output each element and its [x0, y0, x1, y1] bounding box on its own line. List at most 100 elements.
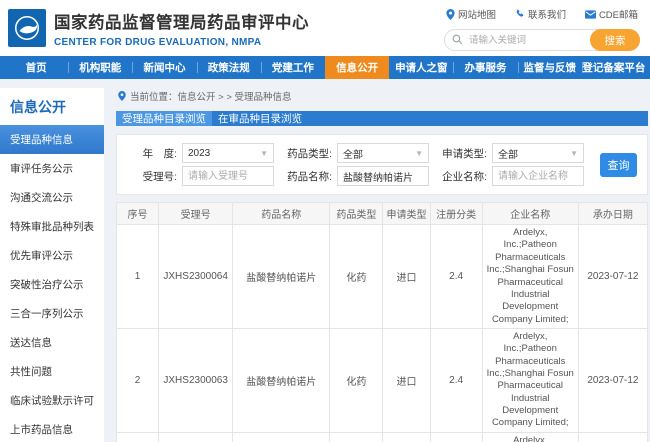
site-header: 国家药品监督管理局药品审评中心 CENTER FOR DRUG EVALUATI…: [0, 0, 650, 56]
cell-company: Ardelyx, Inc.;Patheon Pharmaceuticals In…: [482, 432, 578, 442]
sitemap-label: 网站地图: [458, 7, 496, 21]
phone-icon: [515, 9, 525, 19]
sidebar-item-priority-review[interactable]: 优先审评公示: [0, 241, 104, 270]
drug-type-select[interactable]: 全部 ▼: [337, 143, 429, 163]
nav-item-party[interactable]: 党建工作: [261, 56, 325, 79]
accept-no-input[interactable]: [182, 166, 274, 186]
col-header-drug-type: 药品类型: [330, 203, 383, 225]
table-header-row: 序号 受理号 药品名称 药品类型 申请类型 注册分类 企业名称 承办日期: [117, 203, 648, 225]
cell-accept-no: JXHS2300062: [159, 432, 233, 442]
contact-us-link[interactable]: 联系我们: [515, 7, 566, 21]
cell-drug-name: 盐酸替纳帕诺片: [233, 432, 330, 442]
tab-bar: 受理品种目录浏览 在审品种目录浏览: [116, 111, 648, 126]
sidebar-item-three-in-one[interactable]: 三合一序列公示: [0, 299, 104, 328]
header-search: 搜索: [444, 29, 640, 51]
breadcrumb-text: 当前位置：信息公开 > > 受理品种信息: [130, 89, 292, 103]
mail-icon: [585, 10, 596, 19]
main-panel: 当前位置：信息公开 > > 受理品种信息 受理品种目录浏览 在审品种目录浏览 年…: [116, 88, 648, 442]
cell-drug-type: 化药: [330, 432, 383, 442]
cell-reg-class: 2.4: [430, 329, 482, 433]
drug-type-label: 药品类型:: [278, 146, 332, 161]
chevron-down-icon: ▼: [570, 149, 578, 158]
sidebar-item-special-approval[interactable]: 特殊审批品种列表: [0, 212, 104, 241]
tab-under-review-catalog[interactable]: 在审品种目录浏览: [212, 111, 308, 126]
apply-type-select[interactable]: 全部 ▼: [492, 143, 584, 163]
contact-us-label: 联系我们: [528, 7, 566, 21]
cde-mail-label: CDE邮箱: [599, 7, 638, 21]
year-label: 年 度:: [123, 146, 177, 161]
nav-item-org[interactable]: 机构职能: [68, 56, 132, 79]
apply-type-value: 全部: [498, 146, 518, 161]
sidebar-item-clinical-trial[interactable]: 临床试验默示许可: [0, 386, 104, 415]
nav-item-home[interactable]: 首页: [4, 56, 68, 79]
site-title: 国家药品监督管理局药品审评中心: [54, 9, 309, 33]
cell-apply-type: 进口: [383, 329, 430, 433]
col-header-apply-type: 申请类型: [383, 203, 430, 225]
cell-drug-type: 化药: [330, 329, 383, 433]
cell-date: 2023-07-12: [578, 225, 647, 329]
company-label: 企业名称:: [433, 169, 487, 184]
drug-name-input[interactable]: [337, 166, 429, 186]
company-input[interactable]: [492, 166, 584, 186]
results-table: 序号 受理号 药品名称 药品类型 申请类型 注册分类 企业名称 承办日期 1 J…: [116, 202, 648, 442]
drug-type-value: 全部: [343, 146, 363, 161]
sitemap-link[interactable]: 网站地图: [446, 7, 496, 21]
cell-accept-no: JXHS2300064: [159, 225, 233, 329]
table-row: 2 JXHS2300063 盐酸替纳帕诺片 化药 进口 2.4 Ardelyx,…: [117, 329, 648, 433]
main-nav: 首页 机构职能 新闻中心 政策法规 党建工作 信息公开 申请人之窗 办事服务 监…: [0, 56, 650, 79]
breadcrumb-pin-icon: [118, 91, 126, 101]
cde-mail-link[interactable]: CDE邮箱: [585, 7, 638, 21]
sidebar: 信息公开 受理品种信息 审评任务公示 沟通交流公示 特殊审批品种列表 优先审评公…: [0, 88, 104, 442]
results-table-wrap: 序号 受理号 药品名称 药品类型 申请类型 注册分类 企业名称 承办日期 1 J…: [116, 202, 648, 442]
sidebar-item-review-tasks[interactable]: 审评任务公示: [0, 154, 104, 183]
sidebar-item-marketed-drugs[interactable]: 上市药品信息: [0, 415, 104, 442]
swan-logo-icon: [12, 13, 42, 43]
cell-date: 2023-07-12: [578, 329, 647, 433]
col-header-company: 企业名称: [482, 203, 578, 225]
nav-item-applicant[interactable]: 申请人之窗: [389, 56, 453, 79]
year-select[interactable]: 2023▼: [182, 143, 274, 163]
cell-seq: 2: [117, 329, 159, 433]
col-header-date: 承办日期: [578, 203, 647, 225]
drug-name-label: 药品名称:: [278, 169, 332, 184]
tab-accepted-catalog[interactable]: 受理品种目录浏览: [116, 111, 212, 126]
cell-company: Ardelyx, Inc.;Patheon Pharmaceuticals In…: [482, 329, 578, 433]
chevron-down-icon: ▼: [415, 149, 423, 158]
sidebar-item-accepted-products[interactable]: 受理品种信息: [0, 125, 104, 154]
cell-apply-type: 进口: [383, 225, 430, 329]
cell-date: 2023-07-12: [578, 432, 647, 442]
nav-item-registration[interactable]: 登记备案平台: [582, 56, 646, 79]
search-icon: [452, 34, 463, 45]
cell-company: Ardelyx, Inc.;Patheon Pharmaceuticals In…: [482, 225, 578, 329]
year-value: 2023: [188, 148, 210, 159]
col-header-reg-class: 注册分类: [430, 203, 482, 225]
sidebar-item-breakthrough[interactable]: 突破性治疗公示: [0, 270, 104, 299]
nav-item-policy[interactable]: 政策法规: [197, 56, 261, 79]
cell-drug-name: 盐酸替纳帕诺片: [233, 329, 330, 433]
cell-reg-class: 2.4: [430, 225, 482, 329]
cell-apply-type: 进口: [383, 432, 430, 442]
sidebar-item-common-issues[interactable]: 共性问题: [0, 357, 104, 386]
cell-accept-no: JXHS2300063: [159, 329, 233, 433]
sidebar-item-communication[interactable]: 沟通交流公示: [0, 183, 104, 212]
nav-item-info-disclosure[interactable]: 信息公开: [325, 56, 389, 79]
cde-logo[interactable]: [8, 9, 46, 47]
sidebar-item-delivery-info[interactable]: 送达信息: [0, 328, 104, 357]
cell-drug-name: 盐酸替纳帕诺片: [233, 225, 330, 329]
title-block: 国家药品监督管理局药品审评中心 CENTER FOR DRUG EVALUATI…: [54, 9, 309, 48]
filter-panel: 年 度: 2023▼ 药品类型: 全部▼ 申请类型: 全部▼ 受理号:: [116, 134, 648, 195]
contact-links: 网站地图 联系我们 CDE邮箱: [444, 7, 640, 21]
header-right: 网站地图 联系我们 CDE邮箱 搜索: [444, 7, 640, 51]
query-button[interactable]: 查询: [600, 153, 637, 177]
nav-item-news[interactable]: 新闻中心: [132, 56, 196, 79]
nav-item-feedback[interactable]: 监督与反馈: [518, 56, 582, 79]
map-pin-icon: [446, 9, 455, 20]
col-header-drug-name: 药品名称: [233, 203, 330, 225]
search-button[interactable]: 搜索: [590, 29, 640, 51]
filter-rows: 年 度: 2023▼ 药品类型: 全部▼ 申请类型: 全部▼ 受理号:: [123, 140, 588, 189]
cell-seq: 3: [117, 432, 159, 442]
col-header-seq: 序号: [117, 203, 159, 225]
table-row: 1 JXHS2300064 盐酸替纳帕诺片 化药 进口 2.4 Ardelyx,…: [117, 225, 648, 329]
cell-drug-type: 化药: [330, 225, 383, 329]
nav-item-services[interactable]: 办事服务: [453, 56, 517, 79]
